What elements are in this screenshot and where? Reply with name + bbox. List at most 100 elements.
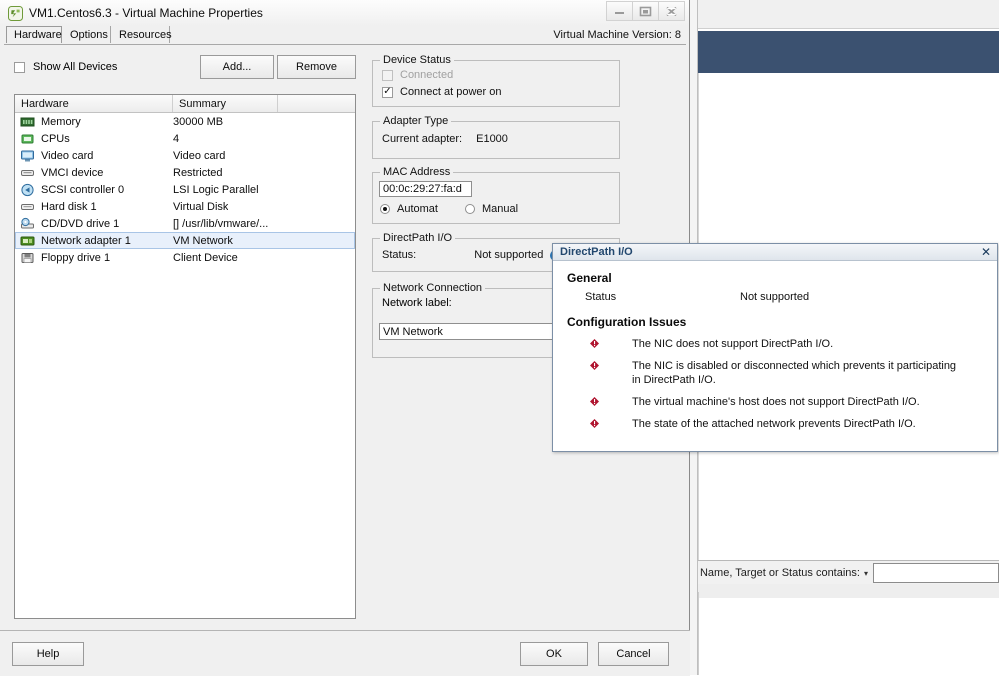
mac-automatic-row[interactable]: Automat — [380, 203, 438, 215]
hardware-name: VMCI device — [41, 166, 104, 179]
popup-status-label: Status — [585, 291, 617, 303]
help-button[interactable]: Help — [12, 642, 84, 666]
table-row[interactable]: CPUs 4 — [15, 130, 355, 147]
background-filter-bar: Name, Target or Status contains: ▾ — [698, 560, 999, 586]
popup-status-value: Not supported — [740, 291, 810, 303]
maximize-button[interactable] — [632, 1, 659, 21]
filter-label: Name, Target or Status contains: — [699, 567, 860, 579]
filter-input[interactable] — [873, 563, 999, 583]
directpath-io-popup: DirectPath I/O ✕ General Status Not supp… — [552, 243, 998, 452]
show-all-devices-label: Show All Devices — [33, 61, 118, 73]
mac-address-group: MAC Address 00:0c:29:27:fa:d Automat Man… — [372, 166, 620, 224]
connect-at-power-on-checkbox[interactable]: ✓ — [382, 86, 393, 98]
list-item: The state of the attached network preven… — [553, 417, 997, 431]
issue-text: The virtual machine's host does not supp… — [632, 396, 920, 408]
mac-manual-radio[interactable] — [465, 204, 475, 214]
table-row-selected[interactable]: Network adapter 1 VM Network — [15, 232, 355, 249]
directpath-status-value: Not supported — [474, 249, 544, 261]
issue-text: The state of the attached network preven… — [632, 418, 916, 430]
adapter-type-legend: Adapter Type — [380, 115, 452, 127]
hardware-list[interactable]: Hardware Summary Memory 30000 MB CPUs 4 — [14, 94, 356, 619]
dialog-footer: Help OK Cancel — [0, 630, 690, 676]
background-toolbar — [690, 0, 999, 29]
ok-button[interactable]: OK — [520, 642, 588, 666]
adapter-type-group: Adapter Type Current adapter: E1000 — [372, 115, 620, 159]
current-adapter-label: Current adapter: — [382, 133, 463, 145]
hardware-name: CD/DVD drive 1 — [41, 217, 120, 230]
hardware-summary: 30000 MB — [173, 115, 224, 128]
error-icon — [590, 339, 599, 348]
vmci-device-icon — [20, 166, 35, 180]
connected-row: Connected — [382, 69, 619, 81]
hardware-name: Hard disk 1 — [41, 200, 97, 213]
device-status-legend: Device Status — [380, 54, 454, 66]
hardware-summary: Client Device — [173, 251, 238, 264]
table-row[interactable]: CD/DVD drive 1 [] /usr/lib/vmware/... — [15, 215, 355, 232]
show-all-devices-checkbox[interactable] — [14, 61, 25, 73]
issue-text: The NIC does not support DirectPath I/O. — [632, 338, 834, 350]
cpu-icon — [20, 132, 35, 146]
directpath-status-label: Status: — [382, 249, 417, 261]
error-icon — [590, 419, 599, 428]
directpath-io-legend: DirectPath I/O — [380, 232, 456, 244]
hardware-summary: Virtual Disk — [173, 200, 229, 213]
network-connection-legend: Network Connection — [380, 282, 486, 294]
mac-manual-row[interactable]: Manual — [465, 203, 518, 215]
scsi-controller-icon — [20, 183, 35, 197]
window-titlebar: VM1.Centos6.3 - Virtual Machine Properti… — [0, 0, 689, 26]
list-item: The NIC does not support DirectPath I/O. — [553, 337, 997, 351]
window-controls — [606, 1, 685, 21]
table-row[interactable]: VMCI device Restricted — [15, 164, 355, 181]
hardware-summary: VM Network — [173, 234, 233, 247]
minimize-button[interactable] — [606, 1, 633, 21]
mac-automatic-radio[interactable] — [380, 204, 390, 214]
table-row[interactable]: Video card Video card — [15, 147, 355, 164]
show-all-devices-row[interactable]: Show All Devices — [14, 61, 117, 73]
current-adapter-value: E1000 — [476, 133, 508, 145]
hardware-name: Network adapter 1 — [41, 234, 131, 247]
close-button[interactable] — [658, 1, 685, 21]
issue-text: The NIC is disabled or disconnected whic… — [632, 360, 957, 386]
hardware-summary: 4 — [173, 132, 180, 145]
popup-general-heading: General — [567, 271, 612, 285]
mac-address-field[interactable]: 00:0c:29:27:fa:d — [379, 181, 472, 197]
connect-at-power-on-row[interactable]: ✓ Connect at power on — [382, 86, 619, 98]
hardware-name: Video card — [41, 149, 94, 162]
vmware-vm-icon — [8, 5, 23, 21]
window-title: VM1.Centos6.3 - Virtual Machine Properti… — [29, 6, 263, 20]
tab-hardware[interactable]: Hardware — [6, 26, 62, 43]
table-row[interactable]: Memory 30000 MB — [15, 113, 355, 130]
current-adapter-row: Current adapter: E1000 — [382, 133, 619, 145]
error-icon — [590, 397, 599, 406]
tab-resources[interactable]: Resources — [112, 26, 172, 43]
connected-checkbox — [382, 69, 393, 81]
column-header-blank[interactable] — [278, 95, 355, 112]
table-row[interactable]: SCSI controller 0 LSI Logic Parallel — [15, 181, 355, 198]
column-header-hardware[interactable]: Hardware — [15, 95, 173, 112]
connect-at-power-on-label: Connect at power on — [400, 86, 502, 98]
tab-resources-label: Resources — [119, 28, 172, 41]
hardware-summary: LSI Logic Parallel — [173, 183, 259, 196]
mac-address-legend: MAC Address — [380, 166, 454, 178]
remove-button[interactable]: Remove — [277, 55, 356, 79]
background-secondary-strip — [698, 584, 999, 599]
popup-body: General Status Not supported Configurati… — [553, 261, 997, 431]
table-row[interactable]: Floppy drive 1 Client Device — [15, 249, 355, 266]
cancel-button[interactable]: Cancel — [598, 642, 669, 666]
tab-options[interactable]: Options — [63, 26, 111, 43]
hardware-summary: Video card — [173, 149, 226, 162]
background-lower-area — [698, 598, 999, 675]
add-button[interactable]: Add... — [200, 55, 274, 79]
hardware-summary: Restricted — [173, 166, 223, 179]
chevron-down-icon[interactable]: ▾ — [864, 569, 868, 578]
error-icon — [590, 361, 599, 370]
close-icon[interactable]: ✕ — [981, 246, 991, 258]
memory-icon — [20, 115, 35, 129]
connected-label: Connected — [400, 69, 454, 81]
vm-version-label: Virtual Machine Version: 8 — [553, 29, 681, 41]
tab-options-label: Options — [70, 28, 108, 41]
video-card-icon — [20, 149, 35, 163]
column-header-summary[interactable]: Summary — [173, 95, 278, 112]
table-row[interactable]: Hard disk 1 Virtual Disk — [15, 198, 355, 215]
floppy-icon — [20, 251, 35, 265]
